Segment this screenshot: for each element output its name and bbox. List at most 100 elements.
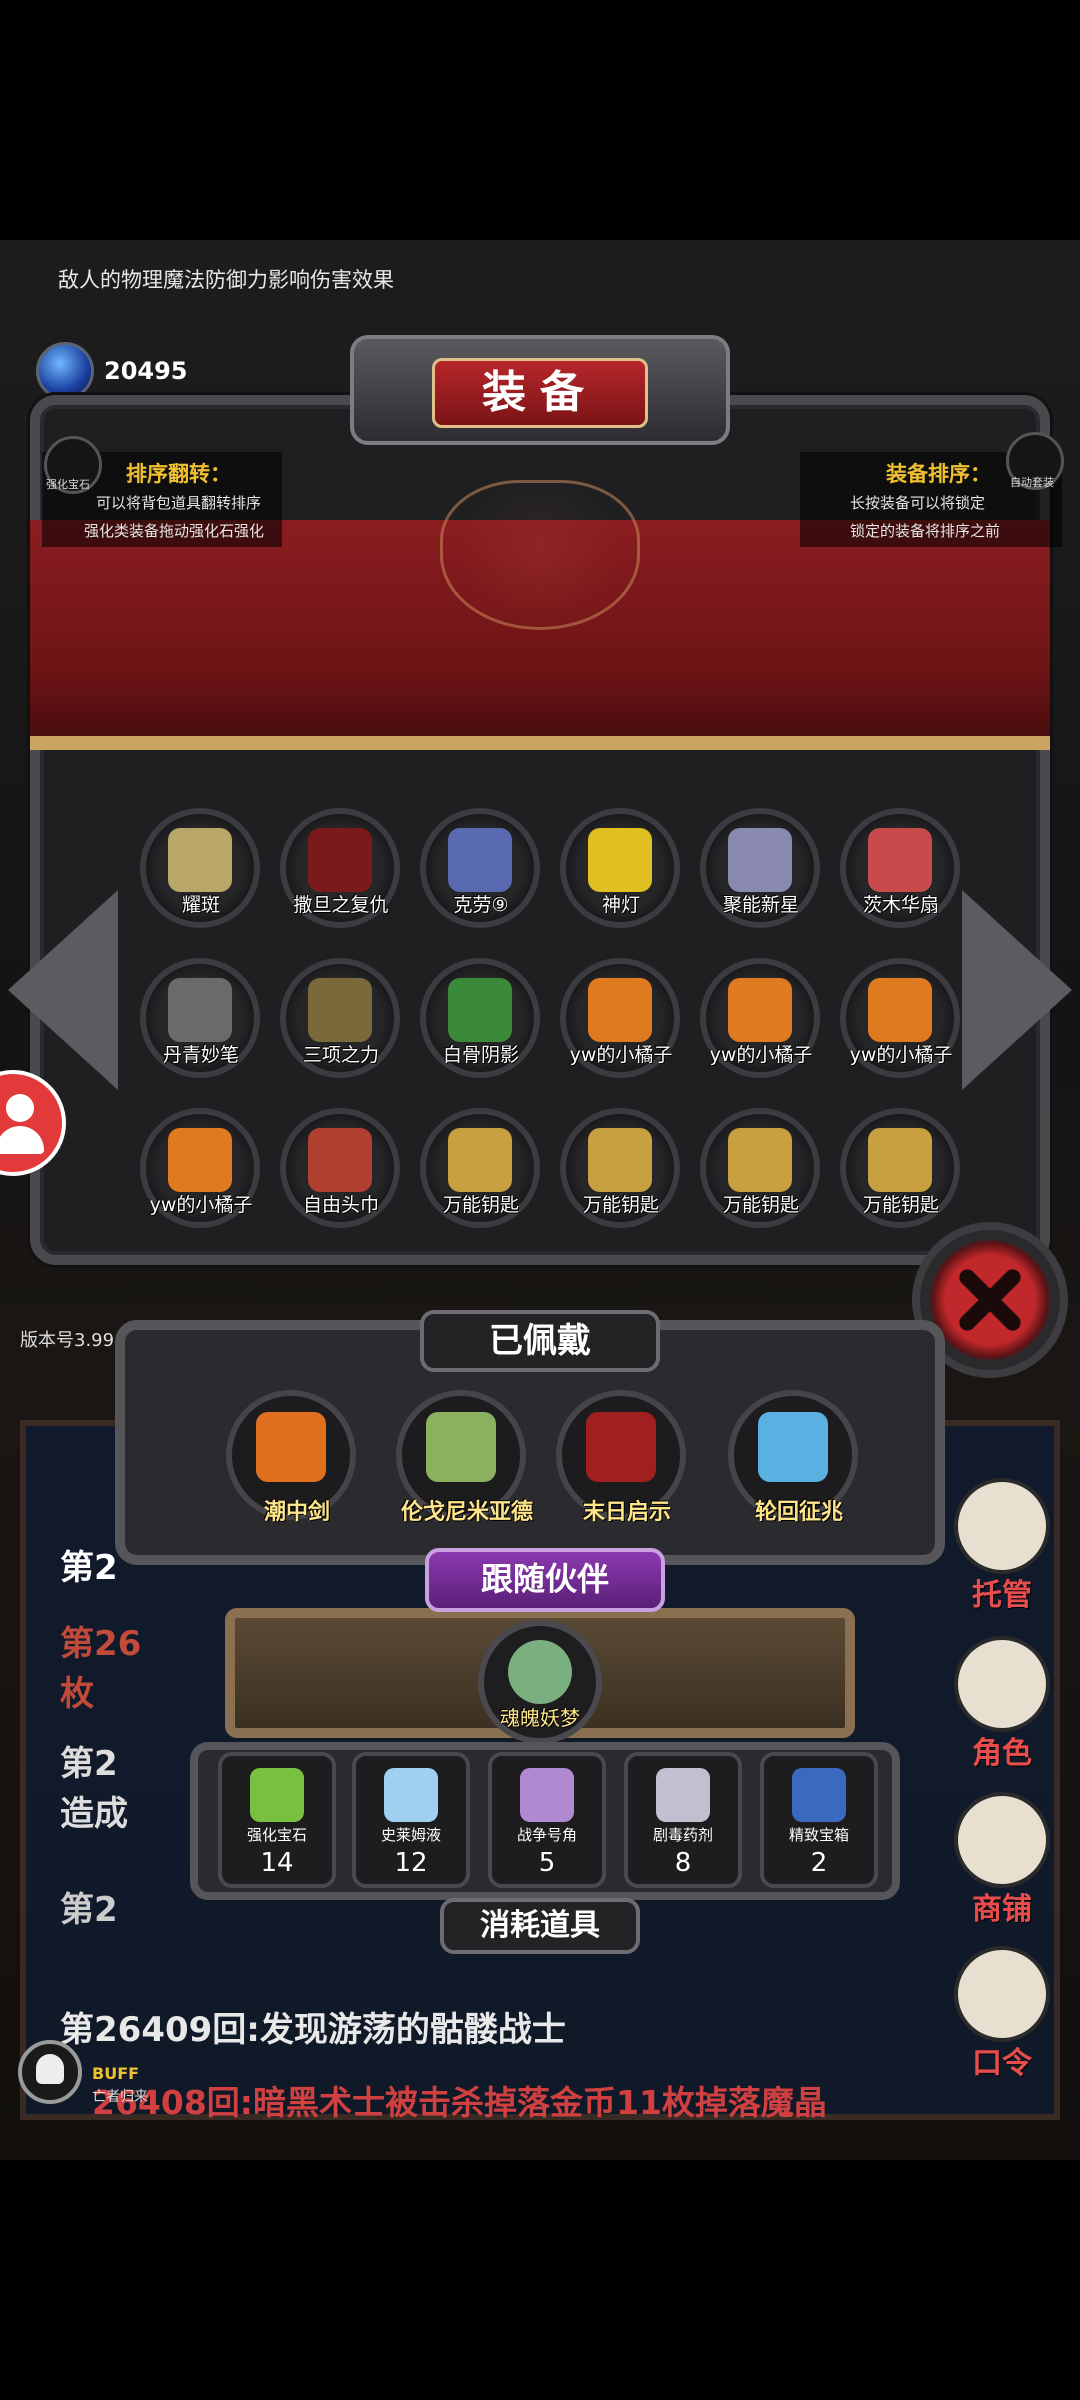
prev-page-arrow-icon[interactable]: [8, 890, 118, 1090]
consumable-count: 5: [538, 1848, 556, 1878]
next-page-arrow-icon[interactable]: [962, 890, 1072, 1090]
item-label: 万能钥匙: [862, 1194, 939, 1216]
worn-item-icon: [426, 1412, 496, 1482]
item-label: 万能钥匙: [442, 1194, 519, 1216]
inventory-item[interactable]: 万能钥匙: [420, 1108, 540, 1228]
inventory-item[interactable]: yw的小橘子: [560, 958, 680, 1078]
worn-item[interactable]: 轮回征兆: [728, 1390, 858, 1525]
crossed-swords-emblem-icon: [440, 480, 640, 630]
worn-item-icon: [758, 1412, 828, 1482]
log-line-4: 第2: [60, 1890, 118, 1930]
log-line-2a: 第26: [60, 1624, 142, 1664]
buff-badge[interactable]: [18, 2040, 82, 2104]
buff-label: BUFF: [92, 2064, 140, 2083]
code-button[interactable]: 口令: [944, 1946, 1064, 2081]
item-icon: [308, 1128, 372, 1192]
item-label: 聚能新星: [722, 894, 799, 916]
version-text: 版本号3.99: [20, 1330, 115, 1351]
consumable-item[interactable]: 强化宝石 14: [218, 1752, 336, 1888]
consumable-count: 2: [810, 1848, 828, 1878]
log-line-5: 第26409回:发现游荡的骷髅战士: [60, 2010, 566, 2050]
gem-count: 20495: [104, 357, 188, 385]
inventory-item[interactable]: 神灯: [560, 808, 680, 928]
side-menu-label: 口令: [972, 2046, 1032, 2081]
character-button[interactable]: 角色: [944, 1636, 1064, 1771]
worn-item[interactable]: 潮中剑: [226, 1390, 356, 1525]
consumable-label: 强化宝石: [246, 1826, 307, 1844]
inventory-item[interactable]: 耀斑: [140, 808, 260, 928]
skull-icon: [36, 2054, 64, 2084]
companion-name: 魂魄妖梦: [500, 1706, 580, 1730]
companion-slot[interactable]: 魂魄妖梦: [478, 1620, 602, 1744]
item-icon: [868, 978, 932, 1042]
item-icon: [728, 1128, 792, 1192]
item-icon: [168, 1128, 232, 1192]
consumable-item[interactable]: 精致宝箱 2: [760, 1752, 878, 1888]
inventory-item[interactable]: 万能钥匙: [700, 1108, 820, 1228]
inventory-item[interactable]: yw的小橘子: [700, 958, 820, 1078]
item-icon: [448, 1128, 512, 1192]
item-icon: [448, 828, 512, 892]
auto-play-button[interactable]: 托管: [944, 1478, 1064, 1613]
buff-subtitle: 亡者归来: [92, 2089, 148, 2105]
inventory-item[interactable]: yw的小橘子: [840, 958, 960, 1078]
item-icon: [868, 1128, 932, 1192]
enhance-gem-label: 强化宝石: [46, 478, 90, 491]
consumable-count: 14: [260, 1848, 294, 1878]
consumable-count: 12: [394, 1848, 428, 1878]
inventory-item[interactable]: 茨木华扇: [840, 808, 960, 928]
worn-item-icon: [586, 1412, 656, 1482]
consumable-item[interactable]: 剧毒药剂 8: [624, 1752, 742, 1888]
item-icon: [728, 828, 792, 892]
inventory-item[interactable]: 克劳⑨: [420, 808, 540, 928]
worn-item-label: 轮回征兆: [754, 1500, 843, 1525]
item-icon: [728, 978, 792, 1042]
item-label: 茨木华扇: [862, 894, 939, 916]
inventory-item[interactable]: 万能钥匙: [560, 1108, 680, 1228]
inventory-item[interactable]: 三项之力: [280, 958, 400, 1078]
worn-item-label: 潮中剑: [263, 1500, 330, 1525]
consumable-item[interactable]: 史莱姆液 12: [352, 1752, 470, 1888]
consumable-item[interactable]: 战争号角 5: [488, 1752, 606, 1888]
item-icon: [868, 828, 932, 892]
item-label: 克劳⑨: [453, 894, 509, 916]
inventory-item[interactable]: 聚能新星: [700, 808, 820, 928]
item-label: 三项之力: [302, 1044, 379, 1066]
shop-button[interactable]: 商铺: [944, 1792, 1064, 1927]
inventory-item[interactable]: 丹青妙笔: [140, 958, 260, 1078]
inventory-item[interactable]: 自由头巾: [280, 1108, 400, 1228]
inventory-item[interactable]: 撒旦之复仇: [280, 808, 400, 928]
user-icon-head: [6, 1094, 34, 1122]
equip-sort-line1: 长按装备可以将锁定: [850, 494, 986, 512]
inventory-item[interactable]: yw的小橘子: [140, 1108, 260, 1228]
log-line-1: 第2: [60, 1548, 118, 1588]
log-line-3b: 造成: [60, 1794, 128, 1834]
consumable-label: 精致宝箱: [788, 1826, 849, 1844]
worn-item[interactable]: 末日启示: [556, 1390, 686, 1525]
auto-set-label: 自动套装: [1010, 476, 1054, 489]
companion-portrait-icon: [508, 1640, 572, 1704]
item-label: yw的小橘子: [149, 1194, 253, 1216]
hooded-figure-icon: [954, 1636, 1050, 1732]
item-label: 自由头巾: [302, 1194, 379, 1216]
inventory-item[interactable]: 白骨阴影: [420, 958, 540, 1078]
scroll-icon: [954, 1946, 1050, 2042]
equip-sort-line2: 锁定的装备将排序之前: [850, 522, 1001, 540]
consumable-label: 剧毒药剂: [652, 1826, 713, 1844]
log-line-3a: 第2: [60, 1744, 118, 1784]
panel-title: 装备: [432, 358, 648, 428]
item-icon: [588, 828, 652, 892]
item-icon: [168, 978, 232, 1042]
equip-sort-title: 装备排序：: [886, 462, 991, 486]
item-label: 万能钥匙: [582, 1194, 659, 1216]
item-label: yw的小橘子: [569, 1044, 673, 1066]
user-icon-body: [0, 1126, 44, 1154]
dice-icon: [954, 1478, 1050, 1574]
worn-item[interactable]: 伦戈尼米亚德: [396, 1390, 533, 1525]
consumable-label: 战争号角: [516, 1826, 577, 1844]
gem-counter: 20495: [36, 342, 188, 400]
item-icon: [308, 978, 372, 1042]
inventory-item[interactable]: 万能钥匙: [840, 1108, 960, 1228]
shop-icon: [954, 1792, 1050, 1888]
log-line-6: 26408回:暗黑术士被击杀掉落金币11枚掉落魔晶: [92, 2083, 827, 2122]
